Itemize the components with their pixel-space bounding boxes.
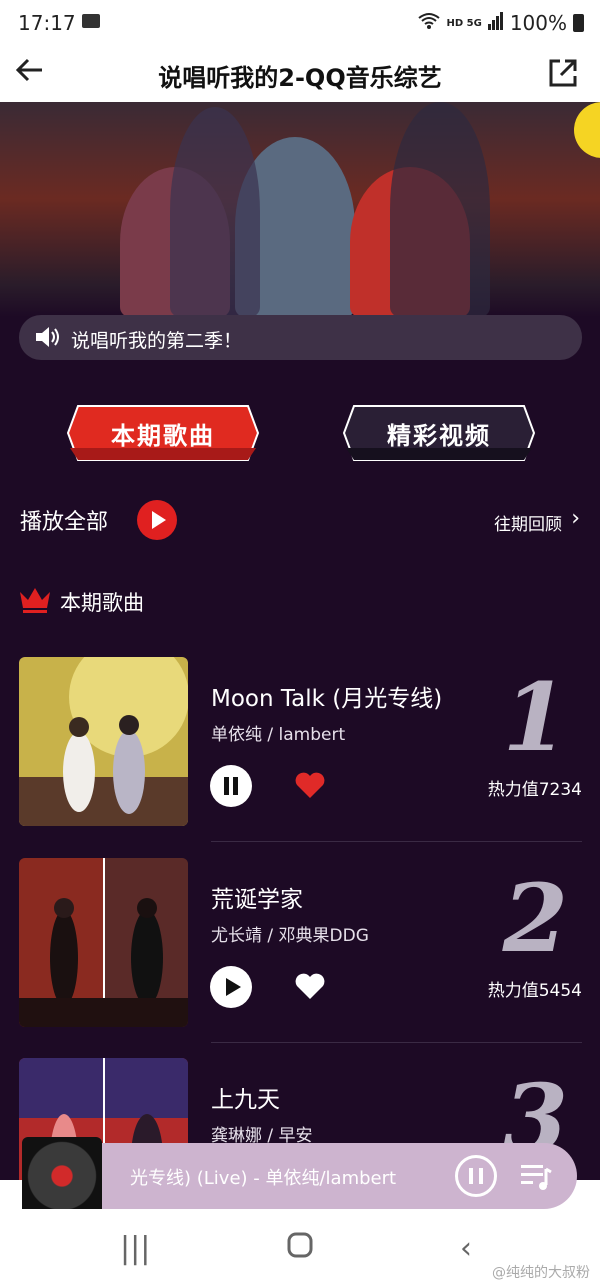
speaker-icon	[36, 327, 59, 347]
home-icon	[287, 1232, 313, 1258]
tab-label: 精彩视频	[387, 421, 491, 450]
play-button[interactable]	[210, 966, 252, 1008]
crown-icon	[20, 588, 50, 613]
song-item[interactable]: Moon Talk (月光专线) 单依纯 / lambert 1 热力值7234	[0, 657, 600, 857]
song-title: 上九天	[211, 1087, 280, 1113]
history-link[interactable]: 往期回顾	[494, 510, 562, 535]
watermark: @纯纯的大叔粉	[492, 1265, 590, 1281]
page-title: 说唱听我的2-QQ音乐综艺	[158, 64, 442, 92]
battery-percent: 100%	[509, 11, 567, 35]
banner-figure	[390, 102, 490, 317]
album-disc[interactable]	[22, 1137, 102, 1215]
signal-icon	[487, 11, 504, 35]
pause-icon	[224, 777, 238, 795]
play-all-button[interactable]	[137, 500, 177, 540]
battery-icon	[573, 14, 584, 32]
title-bar: 说唱听我的2-QQ音乐综艺	[0, 46, 600, 102]
banner-figure	[170, 107, 260, 317]
divider	[211, 1042, 582, 1043]
song-cover[interactable]	[19, 858, 188, 1027]
mini-player[interactable]: 光专线) (Live) - 单依纯/lambert	[22, 1137, 577, 1215]
rank-number: 1	[502, 663, 568, 773]
tab-current-songs[interactable]: 本期歌曲	[66, 404, 260, 462]
status-bar: 17:17 HD 5G 100%	[0, 0, 600, 46]
network-type: HD 5G	[446, 17, 482, 29]
message-icon	[82, 14, 100, 28]
home-button[interactable]	[287, 1231, 313, 1266]
song-item[interactable]: 荒诞学家 尤长靖 / 邓典果DDG 2 热力值5454	[0, 858, 600, 1058]
divider	[211, 841, 582, 842]
play-icon	[226, 978, 241, 996]
mini-pause-button[interactable]	[455, 1155, 497, 1197]
heat-value: 热力值7234	[487, 780, 582, 800]
banner-decoration	[574, 102, 600, 158]
song-artist: 单依纯 / lambert	[211, 725, 346, 745]
status-right: HD 5G 100%	[418, 11, 584, 35]
heart-icon[interactable]	[294, 769, 326, 801]
play-all-label[interactable]: 播放全部	[20, 504, 108, 536]
back-button[interactable]	[14, 54, 54, 94]
pause-icon	[469, 1168, 483, 1184]
song-artist: 尤长靖 / 邓典果DDG	[211, 926, 369, 946]
main-content[interactable]: 说唱听我的第二季！ 本期歌曲 精彩视频 播放全部 往期回顾 › 本期歌曲 Moo…	[0, 102, 600, 1180]
tab-videos[interactable]: 精彩视频	[342, 404, 536, 462]
share-button[interactable]	[546, 56, 580, 90]
chevron-right-icon[interactable]: ›	[571, 506, 580, 531]
wifi-icon	[418, 11, 441, 35]
song-cover[interactable]	[19, 657, 188, 826]
section-title: 本期歌曲	[60, 591, 144, 615]
recents-button[interactable]: |||	[120, 1231, 150, 1266]
rank-number: 2	[502, 864, 568, 974]
song-title: Moon Talk (月光专线)	[211, 686, 443, 712]
tab-label: 本期歌曲	[111, 421, 215, 450]
announcement-text: 说唱听我的第二季！	[71, 330, 243, 352]
clock: 17:17	[18, 11, 76, 35]
now-playing-text[interactable]: 光专线) (Live) - 单依纯/lambert	[130, 1164, 450, 1190]
arrow-left-icon	[15, 58, 42, 82]
banner-image[interactable]	[0, 102, 600, 317]
announcement-bar[interactable]: 说唱听我的第二季！	[19, 315, 582, 360]
song-title: 荒诞学家	[211, 887, 303, 913]
nav-back-button[interactable]: ‹	[460, 1231, 472, 1266]
heat-value: 热力值5454	[487, 981, 582, 1001]
share-icon	[549, 59, 577, 87]
pause-button[interactable]	[210, 765, 252, 807]
playlist-icon[interactable]	[519, 1161, 553, 1191]
heart-icon[interactable]	[294, 970, 326, 1002]
